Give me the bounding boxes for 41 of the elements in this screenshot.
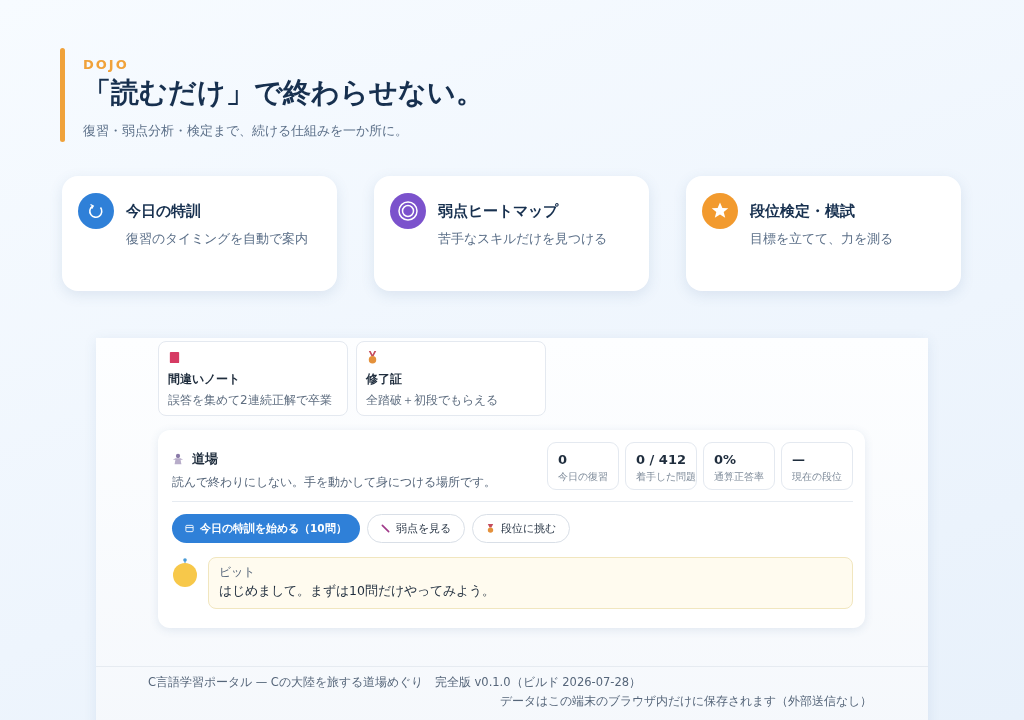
stat-value: — — [792, 452, 806, 467]
tile-description: 誤答を集めて2連続正解で卒業 — [168, 392, 333, 409]
feature-title: 弱点ヒートマップ — [438, 201, 558, 221]
book-icon — [168, 351, 181, 364]
stat-value: 0 — [558, 452, 569, 467]
action-button[interactable]: 弱点を見る — [366, 514, 465, 543]
feature-description: 復習のタイミングを自動で案内 — [126, 231, 309, 248]
tool-tile[interactable]: 修了証 全踏破＋初段でもらえる — [356, 341, 546, 416]
stat-label: 通算正答率 — [714, 470, 765, 484]
stat-label: 現在の段位 — [792, 470, 843, 484]
action-button[interactable]: 段位に挑む — [471, 514, 570, 543]
message-text: はじめまして。まずは10問だけやってみよう。 — [219, 583, 496, 600]
feature-card[interactable]: 弱点ヒートマップ 苦手なスキルだけを見つける — [374, 176, 649, 291]
feature-title: 段位検定・模試 — [750, 201, 855, 221]
medal-icon — [366, 351, 379, 364]
tile-title: 間違いノート — [168, 371, 241, 388]
dojo-title: 道場 — [192, 450, 218, 468]
medal-icon — [485, 524, 495, 533]
feature-title: 今日の特訓 — [126, 201, 201, 221]
tool-tile[interactable]: 間違いノート 誤答を集めて2連続正解で卒業 — [158, 341, 348, 416]
page-title: 「読むだけ」で終わらせない。 — [83, 75, 484, 111]
stat-value: 0% — [714, 452, 738, 467]
stat-label: 今日の復習 — [558, 470, 609, 484]
calendar-icon — [185, 524, 194, 533]
feature-description: 苦手なスキルだけを見つける — [438, 231, 608, 248]
footer-note: データはこの端末のブラウザ内だけに保存されます（外部送信なし） — [500, 694, 872, 709]
start-button[interactable]: 今日の特訓を始める（10問） — [172, 514, 360, 543]
dojo-description: 読んで終わりにしない。手を動かして身につける場所です。 — [172, 474, 496, 491]
tile-description: 全踏破＋初段でもらえる — [366, 392, 499, 409]
stat-value: 0 / 412 — [636, 452, 687, 467]
stat-label: 着手した問題 — [636, 470, 696, 484]
feature-description: 目標を立てて、力を測る — [750, 231, 894, 248]
eyebrow-label: DOJO — [83, 57, 130, 72]
page-subtitle: 復習・弱点分析・検定まで、続ける仕組みを一か所に。 — [83, 122, 409, 140]
tile-title: 修了証 — [366, 371, 403, 388]
feature-card[interactable]: 今日の特訓 復習のタイミングを自動で案内 — [62, 176, 337, 291]
footer-text: C言語学習ポータル — Cの大陸を旅する道場めぐり 完全版 v0.1.0（ビルド 2026-07-28） — [148, 675, 643, 690]
figure-icon — [172, 453, 184, 465]
feature-card[interactable]: 段位検定・模試 目標を立てて、力を測る — [686, 176, 961, 291]
mascot-icon — [172, 558, 198, 588]
speaker-name: ビット — [219, 565, 256, 580]
